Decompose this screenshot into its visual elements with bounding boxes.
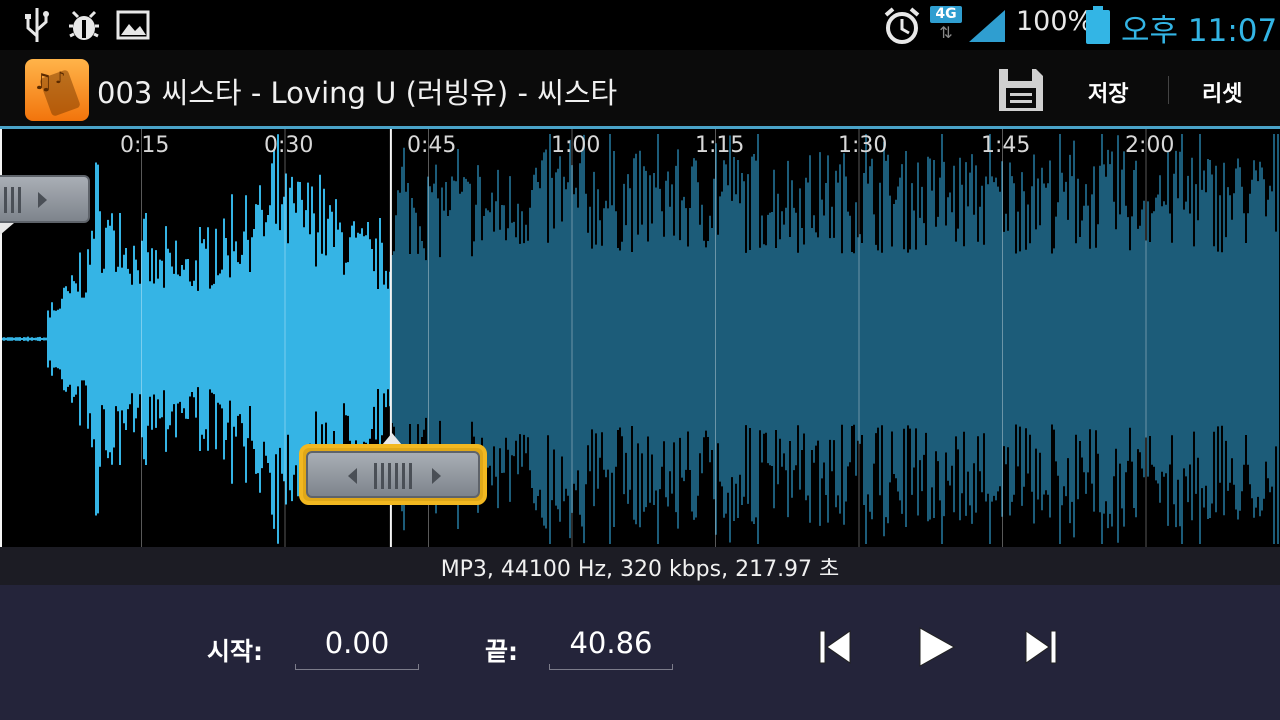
action-divider [1168,76,1169,104]
tick-label: 1:15 [695,133,745,158]
start-marker-pointer [0,223,14,235]
alarm-icon [884,7,920,44]
debug-icon [69,10,99,40]
end-field-underline [549,664,673,670]
waveform-graph [0,129,1279,547]
right-arrow-icon [38,192,47,208]
clock: 오후 11:07 [1121,13,1278,49]
left-arrow-icon [348,468,357,484]
save-icon[interactable] [996,66,1046,114]
reset-button[interactable]: 리셋 [1202,76,1242,108]
tick-label: 1:00 [551,133,601,158]
save-button[interactable]: 저장 [1088,76,1128,108]
tick-label: 0:45 [407,133,457,158]
tick-label: 1:45 [981,133,1031,158]
right-arrow-icon [432,468,441,484]
status-bar: 4G ⇅ 100% 오후 11:07 [0,0,1280,50]
waveform-unselected [391,134,1279,544]
tick-label: 0:15 [120,133,170,158]
start-marker-handle[interactable] [0,175,90,223]
previous-icon [819,630,851,664]
battery-icon [1086,6,1110,44]
svg-text:♫: ♫ [33,70,53,95]
play-icon [919,627,956,667]
play-button[interactable] [912,624,958,670]
file-info-text: MP3, 44100 Hz, 320 kbps, 217.97 초 [440,557,840,582]
previous-button[interactable] [812,624,858,670]
start-label: 시작: [207,637,263,666]
usb-icon [25,8,49,42]
signal-icon [969,10,1005,42]
end-marker-handle[interactable] [299,444,487,505]
start-field-underline [295,664,419,670]
image-icon [116,10,150,40]
end-label: 끝: [485,637,518,666]
start-time-field[interactable]: 0.00 [295,626,419,660]
svg-text:♪: ♪ [55,68,65,87]
4g-icon: 4G ⇅ [930,6,962,44]
song-title: 003 씨스타 - Loving U (러빙유) - 씨스타 [97,76,618,110]
next-icon [1025,630,1057,664]
battery-percent: 100% [1016,6,1094,37]
ringtone-app-icon[interactable]: ♫ ♪ [25,59,89,121]
waveform-view[interactable]: 0:15 0:30 0:45 1:00 1:15 1:30 1:45 2:00 [0,129,1280,547]
tick-label: 1:30 [838,133,888,158]
tick-label: 2:00 [1125,133,1175,158]
tick-label: 0:30 [264,133,314,158]
next-button[interactable] [1018,624,1064,670]
end-time-field[interactable]: 40.86 [549,626,673,660]
